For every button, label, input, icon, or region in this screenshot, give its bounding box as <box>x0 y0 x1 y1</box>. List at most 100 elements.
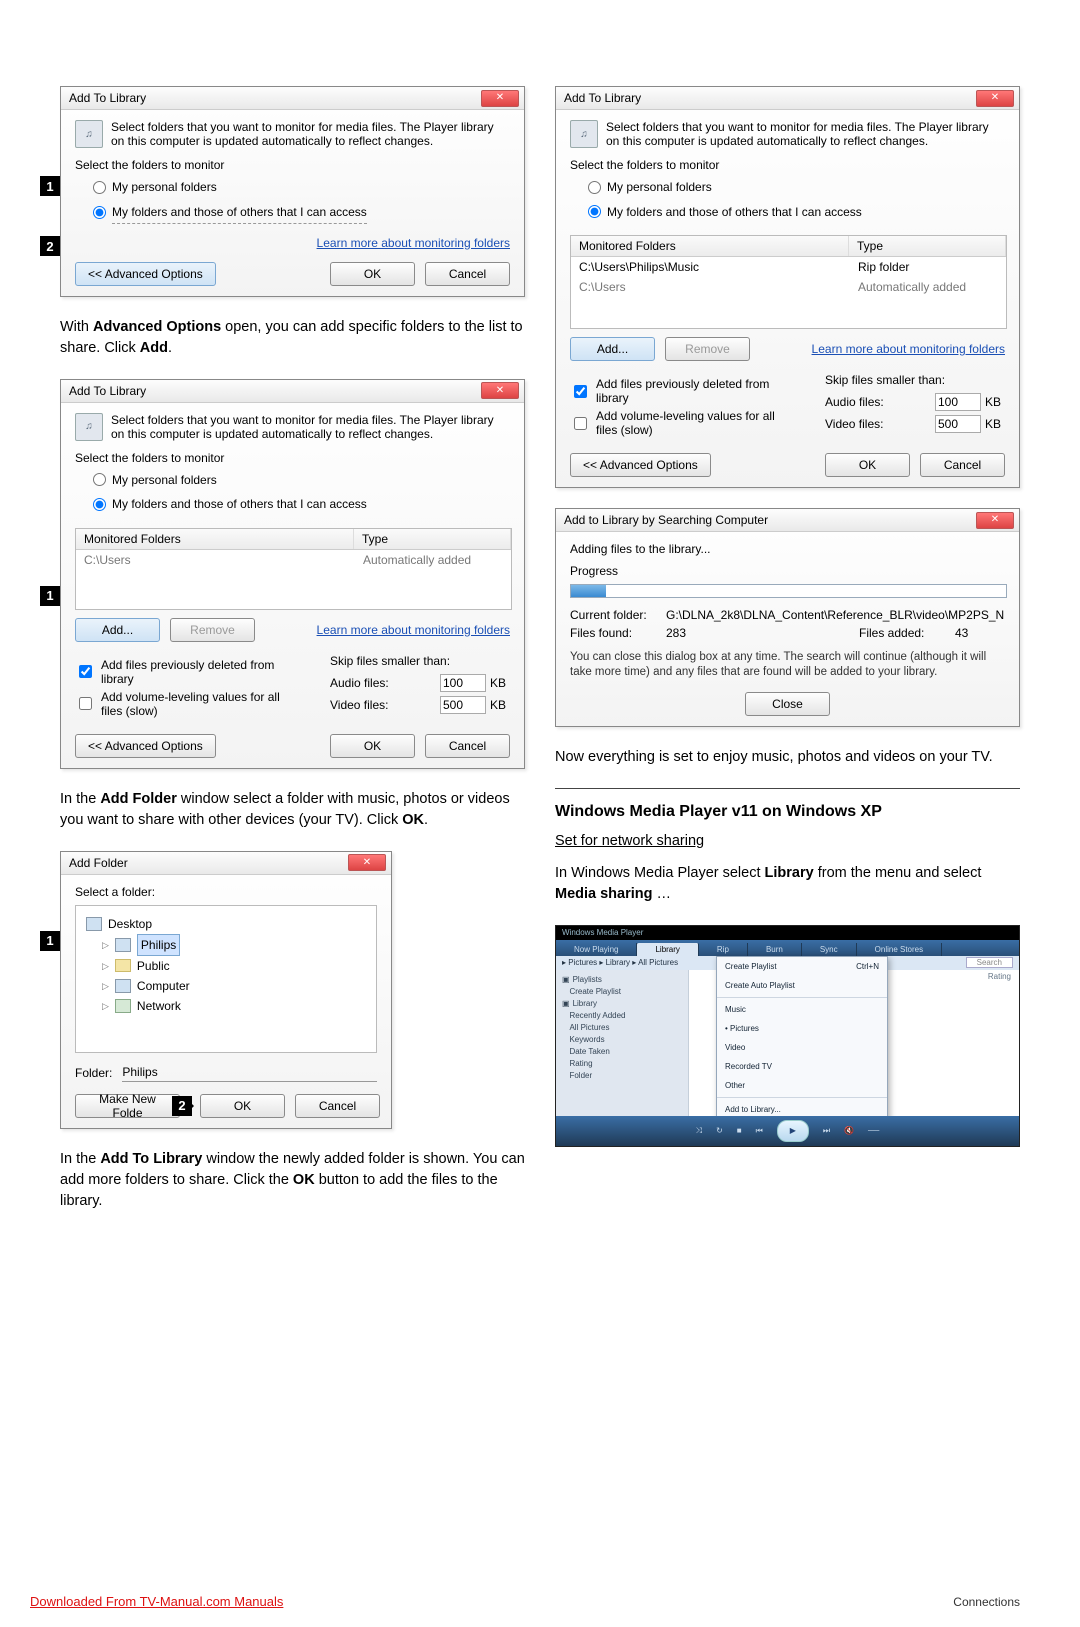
audio-size-input[interactable] <box>440 674 486 692</box>
dialog-search-library: Add to Library by Searching Computer✕ Ad… <box>555 508 1020 727</box>
desktop-icon <box>86 917 102 931</box>
tab-library[interactable]: Library <box>637 943 698 956</box>
callout-2: 2 <box>40 236 60 256</box>
mute-icon[interactable]: 🔇 <box>844 1126 854 1135</box>
audio-size-input[interactable] <box>935 393 981 411</box>
expand-icon[interactable]: ▷ <box>102 956 109 976</box>
sidebar-item[interactable]: Create Playlist <box>562 986 682 998</box>
sidebar-item[interactable]: All Pictures <box>562 1022 682 1034</box>
add-button[interactable]: Add... <box>570 337 655 361</box>
sidebar-item[interactable]: Keywords <box>562 1034 682 1046</box>
close-icon[interactable]: ✕ <box>348 854 386 871</box>
shuffle-icon[interactable]: ⤨ <box>696 1126 702 1136</box>
close-icon[interactable]: ✕ <box>976 90 1014 107</box>
wmp-playback-bar: ⤨ ↻ ■ ⏮ ▶ ⏭ 🔇 ── <box>556 1116 1019 1146</box>
radio-personal[interactable]: My personal folders <box>588 176 1005 198</box>
close-button[interactable]: Close <box>745 692 830 716</box>
advanced-options-button[interactable]: << Advanced Options <box>570 453 711 477</box>
volume-slider[interactable]: ── <box>868 1126 879 1135</box>
ok-button[interactable]: OK <box>330 734 415 758</box>
select-label: Select the folders to monitor <box>75 158 510 172</box>
sidebar-item[interactable]: ▣ Playlists <box>562 974 682 986</box>
learn-more-link[interactable]: Learn more about monitoring folders <box>812 342 1005 356</box>
remove-button[interactable]: Remove <box>170 618 255 642</box>
expand-icon[interactable]: ▷ <box>102 996 109 1016</box>
add-button[interactable]: Add... <box>75 618 160 642</box>
next-icon[interactable]: ⏭ <box>823 1126 830 1136</box>
play-icon[interactable]: ▶ <box>777 1120 809 1142</box>
breadcrumb[interactable]: ▸ Pictures ▸ Library ▸ All Pictures <box>562 958 678 967</box>
library-icon: ♫ <box>570 120 598 148</box>
remove-button[interactable]: Remove <box>665 337 750 361</box>
sidebar-item[interactable]: ▣ Library <box>562 998 682 1010</box>
cancel-button[interactable]: Cancel <box>920 453 1005 477</box>
learn-more-link[interactable]: Learn more about monitoring folders <box>317 623 510 637</box>
radio-personal[interactable]: My personal folders <box>93 176 510 198</box>
paragraph-5: In Windows Media Player select Library f… <box>555 863 1020 905</box>
menu-video[interactable]: Video <box>717 1038 887 1057</box>
menu-create-playlist[interactable]: Create PlaylistCtrl+N <box>717 957 887 976</box>
stop-icon[interactable]: ■ <box>737 1126 742 1135</box>
cancel-button[interactable]: Cancel <box>425 734 510 758</box>
monitored-folders-table: Monitored FoldersType C:\Users\Philips\M… <box>570 235 1007 329</box>
make-new-folder-button[interactable]: Make New Folde <box>75 1094 180 1118</box>
learn-more-link[interactable]: Learn more about monitoring folders <box>317 236 510 250</box>
menu-rectv[interactable]: Recorded TV <box>717 1057 887 1076</box>
chk-prev-deleted[interactable]: Add files previously deleted from librar… <box>570 377 795 405</box>
menu-create-auto[interactable]: Create Auto Playlist <box>717 976 887 995</box>
radio-personal[interactable]: My personal folders <box>93 469 510 491</box>
sidebar-item[interactable]: Folder <box>562 1070 682 1082</box>
folder-icon <box>115 959 131 972</box>
chk-prev-deleted[interactable]: Add files previously deleted from librar… <box>75 658 300 686</box>
tab-now-playing[interactable]: Now Playing <box>556 943 637 956</box>
cancel-button[interactable]: Cancel <box>295 1094 380 1118</box>
wmp-title: Windows Media Player <box>562 928 643 937</box>
sidebar-item[interactable]: Rating <box>562 1058 682 1070</box>
tab-rip[interactable]: Rip <box>699 943 748 956</box>
menu-pictures[interactable]: • Pictures <box>717 1019 887 1038</box>
folder-field[interactable]: Philips <box>122 1065 377 1082</box>
sidebar-item[interactable]: Recently Added <box>562 1010 682 1022</box>
chk-volume-level[interactable]: Add volume-leveling values for all files… <box>75 690 300 718</box>
video-size-input[interactable] <box>440 696 486 714</box>
radio-all[interactable]: My folders and those of others that I ca… <box>588 201 1005 223</box>
close-icon[interactable]: ✕ <box>976 512 1014 529</box>
callout-2: 2 <box>172 1096 192 1116</box>
advanced-options-button[interactable]: << Advanced Options <box>75 734 216 758</box>
expand-icon[interactable]: ▷ <box>102 976 109 996</box>
dialog-add-to-library-2: Add To Library✕ ♫Select folders that you… <box>60 379 525 769</box>
window-title: Add To Library <box>69 91 146 105</box>
sidebar-item[interactable]: Date Taken <box>562 1046 682 1058</box>
close-icon[interactable]: ✕ <box>481 90 519 107</box>
rating-header: Rating <box>988 972 1011 981</box>
wmp-tabs: Now Playing Library Rip Burn Sync Online… <box>556 940 1019 956</box>
paragraph-2: In the Add Folder window select a folder… <box>60 789 525 831</box>
close-icon[interactable]: ✕ <box>481 382 519 399</box>
library-icon: ♫ <box>75 120 103 148</box>
tab-burn[interactable]: Burn <box>748 943 802 956</box>
wmp-screenshot: Windows Media Player Now Playing Library… <box>555 925 1020 1147</box>
ok-button[interactable]: OK <box>825 453 910 477</box>
ok-button[interactable]: OK <box>200 1094 285 1118</box>
subheading: Set for network sharing <box>555 833 1020 849</box>
paragraph-3: In the Add To Library window the newly a… <box>60 1149 525 1212</box>
search-input[interactable]: Search <box>966 957 1013 968</box>
prev-icon[interactable]: ⏮ <box>756 1126 763 1136</box>
titlebar: Add To Library ✕ <box>61 87 524 110</box>
expand-icon[interactable]: ▷ <box>102 935 109 955</box>
repeat-icon[interactable]: ↻ <box>716 1126 723 1135</box>
radio-all[interactable]: My folders and those of others that I ca… <box>93 493 510 515</box>
ok-button[interactable]: OK <box>330 262 415 286</box>
tab-online[interactable]: Online Stores <box>857 943 942 956</box>
chk-volume-level[interactable]: Add volume-leveling values for all files… <box>570 409 795 437</box>
menu-other[interactable]: Other <box>717 1076 887 1095</box>
computer-icon <box>115 979 131 993</box>
radio-all[interactable]: My folders and those of others that I ca… <box>93 201 510 224</box>
tab-sync[interactable]: Sync <box>802 943 857 956</box>
footer-link[interactable]: Downloaded From TV-Manual.com Manuals <box>30 1594 283 1609</box>
advanced-options-button[interactable]: << Advanced Options <box>75 262 216 286</box>
folder-tree[interactable]: Desktop ▷Philips ▷Public ▷Computer ▷Netw… <box>75 905 377 1053</box>
cancel-button[interactable]: Cancel <box>425 262 510 286</box>
menu-music[interactable]: Music <box>717 1000 887 1019</box>
video-size-input[interactable] <box>935 415 981 433</box>
